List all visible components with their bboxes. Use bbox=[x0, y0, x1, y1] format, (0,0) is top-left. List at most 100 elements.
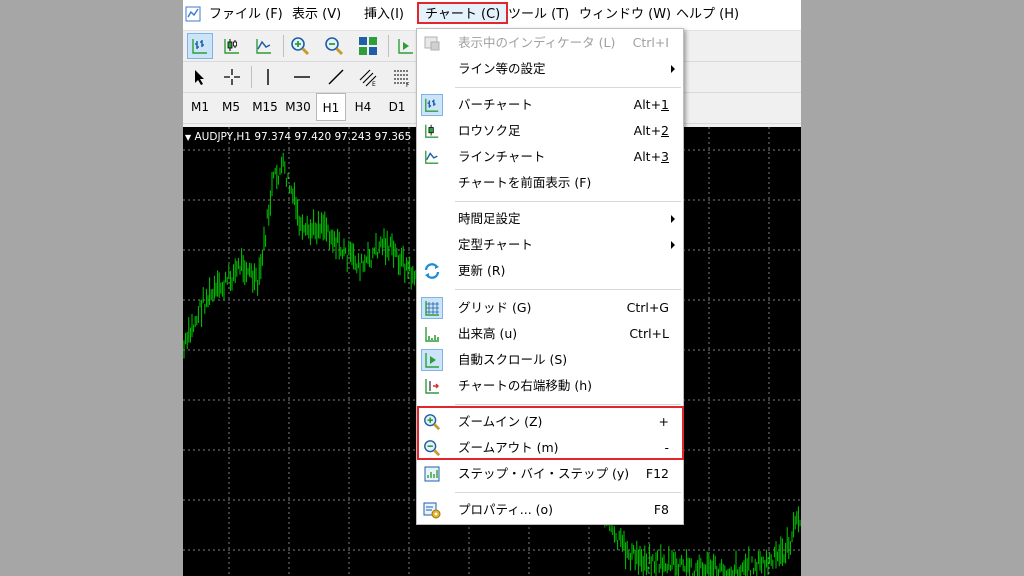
menu-label: チャートの右端移動 (h) bbox=[458, 378, 593, 393]
crosshair-icon bbox=[224, 69, 240, 85]
timeframe-h1[interactable]: H1 bbox=[316, 93, 346, 121]
menu-label: ズームアウト (m) bbox=[458, 440, 559, 455]
tile-windows-icon bbox=[359, 37, 377, 55]
menu-file[interactable]: ファイル (F) bbox=[209, 0, 283, 30]
menu-chart-shift[interactable]: チャートの右端移動 (h) bbox=[417, 373, 683, 399]
menu-bar: ファイル (F) 表示 (V) 挿入(I) チャート (C) ツール (T) ウ… bbox=[183, 0, 801, 31]
vertical-line-button[interactable] bbox=[255, 64, 281, 90]
line-chart-icon bbox=[421, 146, 443, 168]
submenu-arrow-icon bbox=[671, 241, 675, 249]
equidistant-channel-button[interactable]: E bbox=[355, 64, 381, 90]
menu-separator bbox=[455, 289, 681, 290]
menu-shortcut: Ctrl+I bbox=[632, 35, 669, 50]
timeframe-m15[interactable]: M15 bbox=[249, 93, 281, 121]
toolbar-separator bbox=[283, 35, 284, 57]
menu-shortcut: F12 bbox=[645, 466, 669, 481]
menu-separator bbox=[455, 404, 681, 405]
cursor-arrow-icon bbox=[195, 70, 204, 85]
submenu-arrow-icon bbox=[671, 65, 675, 73]
menu-label: 出来高 (u) bbox=[458, 326, 518, 341]
menu-chart[interactable]: チャート (C) bbox=[417, 2, 509, 24]
menu-label: 時間足設定 bbox=[458, 211, 521, 226]
horizontal-line-button[interactable] bbox=[289, 64, 315, 90]
menu-shortcut: Ctrl+L bbox=[629, 326, 669, 341]
volume-icon bbox=[421, 323, 443, 345]
crosshair-button[interactable] bbox=[219, 64, 245, 90]
bar-chart-button[interactable] bbox=[187, 33, 213, 59]
svg-text:F: F bbox=[406, 82, 410, 87]
menu-label: ステップ・バイ・ステップ (y) bbox=[458, 466, 630, 481]
menu-shortcut: F8 bbox=[653, 502, 669, 517]
menu-label: チャートを前面表示 (F) bbox=[458, 175, 592, 190]
menu-label: バーチャート bbox=[458, 97, 533, 112]
cursor-button[interactable] bbox=[187, 64, 213, 90]
trendline-button[interactable] bbox=[323, 64, 349, 90]
menu-insert[interactable]: 挿入(I) bbox=[364, 0, 404, 30]
step-by-step-icon bbox=[421, 463, 443, 485]
menu-label: 更新 (R) bbox=[458, 263, 506, 278]
trendline-icon bbox=[328, 69, 344, 85]
timeframe-m30[interactable]: M30 bbox=[282, 93, 314, 121]
menu-tools[interactable]: ツール (T) bbox=[508, 0, 569, 30]
vertical-line-icon bbox=[267, 69, 269, 85]
menu-label: プロパティ... (o) bbox=[458, 502, 554, 517]
timeframe-h4[interactable]: H4 bbox=[348, 93, 378, 121]
chart-shift-icon bbox=[421, 375, 443, 397]
tile-windows-button[interactable] bbox=[355, 33, 381, 59]
menu-step-by-step[interactable]: ステップ・バイ・ステップ (y) F12 bbox=[417, 461, 683, 487]
menu-refresh[interactable]: 更新 (R) bbox=[417, 258, 683, 284]
candlestick-icon bbox=[224, 39, 239, 54]
menu-zoom-out[interactable]: ズームアウト (m) - bbox=[417, 435, 683, 461]
candlestick-button[interactable] bbox=[219, 33, 245, 59]
chart-collapse-triangle-icon: ▼ bbox=[185, 133, 192, 142]
grid-icon bbox=[421, 297, 443, 319]
menu-line-settings[interactable]: ライン等の設定 bbox=[417, 56, 683, 82]
bar-chart-icon bbox=[421, 94, 443, 116]
timeframe-m1[interactable]: M1 bbox=[185, 93, 215, 121]
line-chart-icon bbox=[256, 39, 271, 54]
menu-bar-chart[interactable]: バーチャート Alt+1 bbox=[417, 92, 683, 118]
fibonacci-icon: F bbox=[394, 70, 410, 87]
menu-label: 自動スクロール (S) bbox=[458, 352, 568, 367]
menu-grid[interactable]: グリッド (G) Ctrl+G bbox=[417, 295, 683, 321]
toolbar-zoom-in-button[interactable] bbox=[287, 33, 313, 59]
zoom-in-icon bbox=[291, 37, 310, 56]
menu-label: 定型チャート bbox=[458, 237, 533, 252]
menu-window[interactable]: ウィンドウ (W) bbox=[579, 0, 671, 30]
menu-view[interactable]: 表示 (V) bbox=[292, 0, 341, 30]
menu-properties[interactable]: プロパティ... (o) F8 bbox=[417, 497, 683, 523]
app-chart-icon bbox=[185, 6, 201, 22]
menu-line-chart[interactable]: ラインチャート Alt+3 bbox=[417, 144, 683, 170]
chart-menu-dropdown: 表示中のインディケータ (L) Ctrl+I ライン等の設定 バーチャート Al… bbox=[416, 28, 684, 525]
autoscroll-icon bbox=[398, 39, 413, 54]
menu-timeframe[interactable]: 時間足設定 bbox=[417, 206, 683, 232]
menu-chart-foreground[interactable]: チャートを前面表示 (F) bbox=[417, 170, 683, 196]
menu-separator bbox=[455, 87, 681, 88]
bar-chart-icon bbox=[192, 39, 207, 54]
menu-candlestick[interactable]: ロウソク足 Alt+2 bbox=[417, 118, 683, 144]
menu-shortcut: Ctrl+G bbox=[626, 300, 669, 315]
timeframe-d1[interactable]: D1 bbox=[382, 93, 412, 121]
equidistant-channel-icon: E bbox=[359, 69, 377, 87]
timeframe-m5[interactable]: M5 bbox=[216, 93, 246, 121]
line-chart-button[interactable] bbox=[251, 33, 277, 59]
menu-label: 表示中のインディケータ (L) bbox=[458, 35, 616, 50]
toolbar-zoom-out-button[interactable] bbox=[321, 33, 347, 59]
menu-label: ラインチャート bbox=[458, 149, 546, 164]
menu-separator bbox=[455, 201, 681, 202]
menu-help[interactable]: ヘルプ (H) bbox=[676, 0, 739, 30]
menu-zoom-in[interactable]: ズームイン (Z) + bbox=[417, 409, 683, 435]
fibonacci-button[interactable]: F bbox=[389, 64, 415, 90]
autoscroll-icon bbox=[421, 349, 443, 371]
chart-symbol-label: ▼ AUDJPY,H1 97.374 97.420 97.243 97.365 bbox=[185, 131, 411, 143]
toolbar-separator bbox=[388, 35, 389, 57]
shortcut-modifier: Alt+ bbox=[633, 123, 662, 138]
zoom-in-icon bbox=[421, 411, 443, 433]
menu-show-indicators: 表示中のインディケータ (L) Ctrl+I bbox=[417, 30, 683, 56]
shortcut-modifier: Alt+ bbox=[633, 97, 662, 112]
menu-template[interactable]: 定型チャート bbox=[417, 232, 683, 258]
menu-autoscroll[interactable]: 自動スクロール (S) bbox=[417, 347, 683, 373]
menu-volume[interactable]: 出来高 (u) Ctrl+L bbox=[417, 321, 683, 347]
menu-separator bbox=[455, 492, 681, 493]
menu-shortcut: - bbox=[664, 440, 669, 455]
